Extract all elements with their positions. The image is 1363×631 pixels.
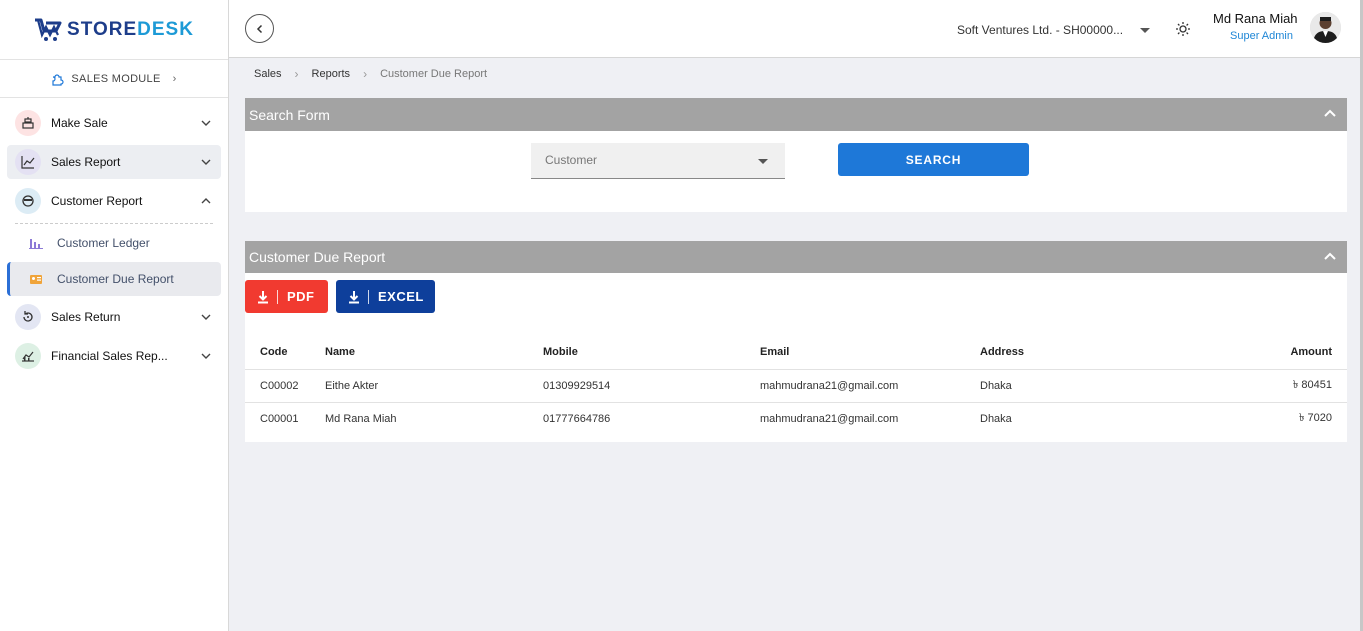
bar-chart-icon	[29, 239, 43, 249]
table-row: C00001 Md Rana Miah 01777664786 mahmudra…	[245, 401, 1347, 435]
panel-title: Customer Due Report	[249, 249, 386, 265]
panel-header: Customer Due Report	[245, 241, 1347, 273]
cell-name: Md Rana Miah	[325, 401, 543, 435]
cell-mobile: 01309929514	[543, 368, 760, 402]
cell-email: mahmudrana21@gmail.com	[760, 401, 980, 435]
due-report-table: Code Name Mobile Email Address Amount C0…	[245, 335, 1347, 435]
column-header-email[interactable]: Email	[760, 335, 980, 369]
sidebar-item-financial-sales-report[interactable]: Financial Sales Rep...	[7, 339, 221, 373]
customer-report-submenu: Customer Ledger Customer Due Report	[7, 223, 221, 296]
customer-select[interactable]: Customer	[531, 143, 785, 179]
id-card-icon	[30, 275, 42, 284]
export-excel-label: EXCEL	[378, 289, 424, 304]
back-button[interactable]	[245, 14, 274, 43]
breadcrumb-reports[interactable]: Reports	[312, 68, 351, 80]
module-label: SALES MODULE	[71, 72, 161, 85]
cell-email: mahmudrana21@gmail.com	[760, 368, 980, 402]
logo[interactable]: STOREDESK	[0, 0, 228, 60]
table-row: C00002 Eithe Akter 01309929514 mahmudran…	[245, 368, 1347, 402]
sidebar-item-label: Customer Report	[51, 194, 143, 208]
puzzle-icon	[52, 73, 65, 86]
breadcrumb: Sales › Reports › Customer Due Report	[254, 67, 487, 81]
sidebar: STOREDESK SALES MODULE › Make Sale Sales…	[0, 0, 229, 631]
line-chart-icon	[15, 149, 41, 175]
export-pdf-button[interactable]: PDF	[245, 280, 328, 313]
breadcrumb-current: Customer Due Report	[380, 68, 488, 80]
chevron-right-icon: ›	[172, 72, 177, 85]
sidebar-item-sales-report[interactable]: Sales Report	[7, 145, 221, 179]
return-icon	[15, 304, 41, 330]
user-role: Super Admin	[1230, 30, 1293, 42]
chevron-down-icon	[201, 120, 211, 126]
customer-face-icon	[15, 188, 41, 214]
sidebar-subitem-customer-due-report[interactable]: Customer Due Report	[7, 262, 221, 296]
sidebar-item-sales-return[interactable]: Sales Return	[7, 300, 221, 334]
cell-mobile: 01777664786	[543, 401, 760, 435]
chevron-right-icon: ›	[363, 67, 368, 81]
sun-icon[interactable]	[1175, 21, 1191, 37]
divider	[368, 289, 369, 304]
cart-logo-icon	[35, 18, 62, 41]
search-form-panel: Search Form Customer SEARCH	[245, 98, 1347, 212]
cell-amount: ৳ 7020	[1180, 401, 1347, 435]
customer-select-placeholder: Customer	[545, 153, 598, 167]
logo-text-store: STORE	[67, 18, 138, 40]
avatar[interactable]	[1310, 12, 1341, 43]
export-excel-button[interactable]: EXCEL	[336, 280, 435, 313]
company-selector[interactable]: Soft Ventures Ltd. - SH00000...	[957, 23, 1123, 37]
chevron-left-icon	[256, 24, 262, 33]
customer-due-report-panel: Customer Due Report PDF EXCEL Code Name …	[245, 241, 1347, 442]
cell-code: C00002	[245, 368, 325, 402]
cell-name: Eithe Akter	[325, 368, 543, 402]
download-icon	[258, 290, 268, 303]
column-header-code[interactable]: Code	[245, 335, 325, 369]
column-header-address[interactable]: Address	[980, 335, 1180, 369]
caret-down-icon[interactable]	[1140, 28, 1150, 33]
sidebar-item-customer-report[interactable]: Customer Report	[7, 184, 221, 218]
module-switcher[interactable]: SALES MODULE ›	[0, 60, 228, 98]
sidebar-subitem-customer-ledger[interactable]: Customer Ledger	[7, 226, 221, 260]
caret-down-icon	[758, 159, 768, 164]
chevron-right-icon: ›	[294, 67, 299, 81]
chevron-up-icon[interactable]	[1323, 107, 1337, 121]
user-name: Md Rana Miah	[1213, 11, 1298, 26]
sidebar-subitem-label: Customer Due Report	[57, 272, 174, 286]
column-header-amount[interactable]: Amount	[1180, 335, 1347, 369]
chevron-down-icon	[201, 159, 211, 165]
chevron-down-icon	[201, 353, 211, 359]
logo-text: STOREDESK	[67, 19, 194, 41]
sidebar-item-label: Financial Sales Rep...	[51, 349, 168, 363]
cell-address: Dhaka	[980, 401, 1180, 435]
cell-address: Dhaka	[980, 368, 1180, 402]
finance-chart-icon	[15, 343, 41, 369]
column-header-mobile[interactable]: Mobile	[543, 335, 760, 369]
sidebar-item-label: Sales Report	[51, 155, 121, 169]
sidebar-item-make-sale[interactable]: Make Sale	[7, 106, 221, 140]
cash-register-icon	[15, 110, 41, 136]
sidebar-nav: Make Sale Sales Report Customer Report C…	[0, 98, 228, 373]
search-button[interactable]: SEARCH	[838, 143, 1029, 176]
download-icon	[349, 290, 359, 303]
panel-title: Search Form	[249, 106, 330, 123]
divider	[277, 289, 278, 304]
breadcrumb-sales[interactable]: Sales	[254, 68, 282, 80]
cell-code: C00001	[245, 401, 325, 435]
sidebar-item-label: Make Sale	[51, 116, 108, 130]
topbar: Soft Ventures Ltd. - SH00000... Md Rana …	[229, 0, 1363, 58]
chevron-down-icon	[201, 314, 211, 320]
chevron-up-icon[interactable]	[1323, 250, 1337, 264]
cell-amount: ৳ 80451	[1180, 368, 1347, 402]
export-pdf-label: PDF	[287, 289, 315, 304]
column-header-name[interactable]: Name	[325, 335, 543, 369]
user-avatar-icon	[1310, 12, 1341, 43]
table-header-row: Code Name Mobile Email Address Amount	[245, 335, 1347, 369]
panel-header: Search Form	[245, 98, 1347, 131]
sidebar-subitem-label: Customer Ledger	[57, 236, 150, 250]
chevron-up-icon	[201, 198, 211, 204]
sidebar-item-label: Sales Return	[51, 310, 121, 324]
logo-text-desk: DESK	[137, 18, 194, 40]
